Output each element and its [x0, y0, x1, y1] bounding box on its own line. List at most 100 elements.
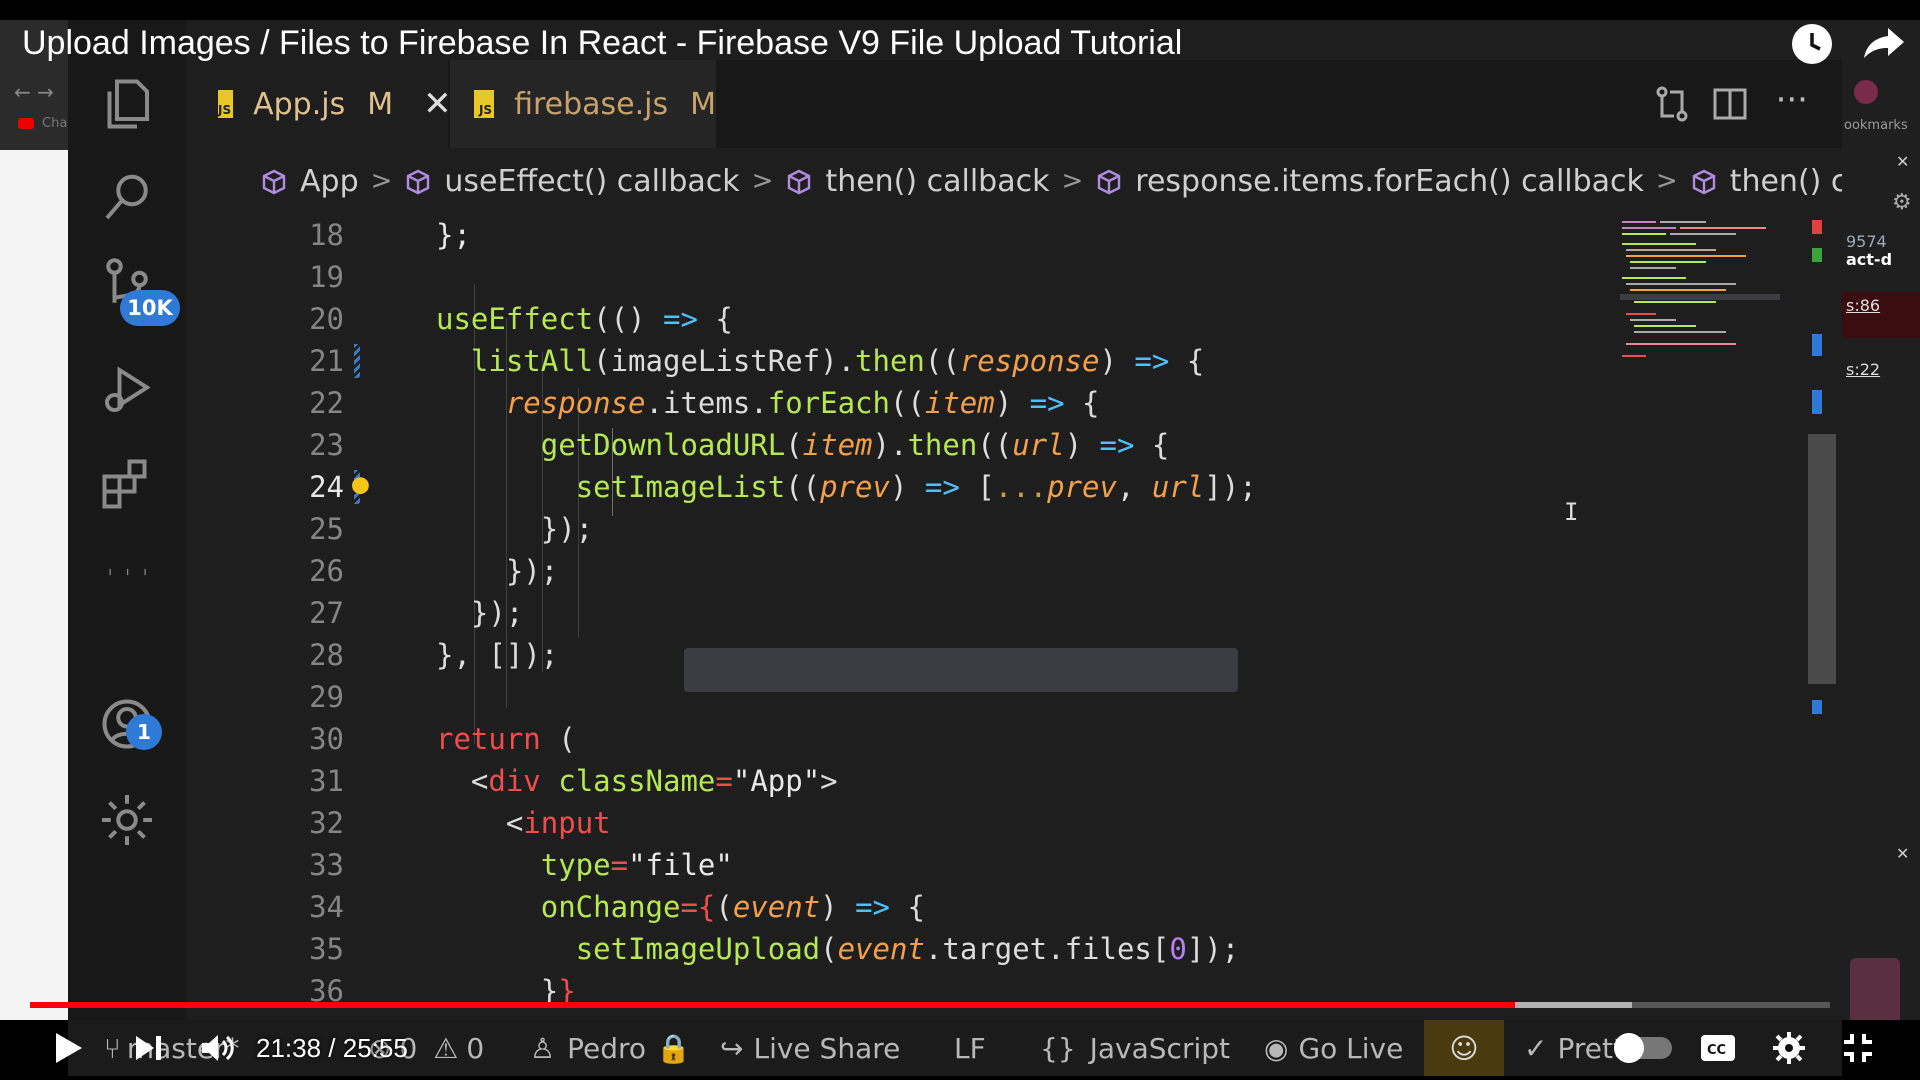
player-controls: 21:38 / 25:55 CC — [0, 1016, 1920, 1080]
split-editor-icon[interactable] — [1710, 84, 1750, 124]
video-progress-bar[interactable] — [30, 1002, 1830, 1008]
video-top-actions — [1792, 22, 1906, 66]
video-title[interactable]: Upload Images / Files to Firebase In Rea… — [22, 24, 1182, 63]
top-strip — [0, 0, 1920, 20]
captions-icon[interactable]: CC — [1700, 1016, 1736, 1080]
close-icon[interactable]: ✕ — [1896, 844, 1909, 863]
code-line: 20 useEffect(() => { — [186, 298, 1616, 340]
run-debug-icon[interactable] — [95, 358, 159, 422]
tab-app-js[interactable]: JS App.js M ✕ — [186, 60, 452, 148]
code-line: 28 }, []); — [186, 634, 1616, 676]
browser-nav-arrows[interactable]: ← → — [14, 80, 54, 104]
explorer-icon[interactable] — [95, 72, 159, 136]
line-number: 34 — [309, 890, 344, 924]
breadcrumb-item[interactable]: then() callback — [785, 164, 1049, 199]
chevron-right-icon: > — [751, 166, 774, 196]
text-cursor-icon: I — [1564, 498, 1579, 526]
more-icon[interactable] — [95, 540, 159, 604]
tab-firebase-js[interactable]: JS firebase.js M — [450, 60, 716, 148]
code-line: 32 <input — [186, 802, 1616, 844]
gear-icon[interactable]: ⚙ — [1892, 190, 1912, 215]
breadcrumb-item[interactable]: useEffect() callback — [404, 164, 740, 199]
code-line: 34 onChange={(event) => { — [186, 886, 1616, 928]
breadcrumb-item[interactable]: then() callback — [1690, 164, 1842, 199]
code-line: 31 <div className="App"> — [186, 760, 1616, 802]
exit-fullscreen-icon[interactable] — [1842, 1016, 1874, 1080]
tab-modified-status: M — [690, 86, 716, 122]
chevron-right-icon: > — [1655, 166, 1678, 196]
browser-left-edge: ← → Cha — [0, 20, 68, 1020]
git-modified-marker[interactable] — [354, 344, 360, 378]
tab-label: firebase.js — [514, 86, 669, 122]
scrollbar-change-marker — [1812, 334, 1822, 356]
more-actions-icon[interactable]: ··· — [1776, 80, 1808, 120]
close-icon[interactable]: ✕ — [423, 84, 452, 124]
js-file-icon: JS — [218, 90, 234, 118]
tab-label: App.js — [253, 86, 346, 122]
close-icon[interactable]: ✕ — [1896, 152, 1909, 171]
line-number: 22 — [309, 386, 344, 420]
line-number: 29 — [309, 680, 344, 714]
share-icon[interactable] — [1862, 22, 1906, 66]
search-icon[interactable] — [95, 166, 159, 230]
line-number: 20 — [309, 302, 344, 336]
watch-later-icon[interactable] — [1792, 24, 1832, 64]
webcam-thumbnail — [1850, 958, 1900, 1020]
line-number: 18 — [309, 218, 344, 252]
volume-icon[interactable] — [200, 1016, 236, 1080]
settings-gear-icon[interactable] — [95, 788, 159, 852]
compare-changes-icon[interactable] — [1652, 84, 1692, 124]
devtools-text: act-d — [1846, 250, 1893, 269]
editor-tab-bar: JS App.js M ✕ JS firebase.js M ··· — [186, 60, 1842, 148]
line-number: 33 — [309, 848, 344, 882]
breadcrumb: App > useEffect() callback > then() call… — [186, 148, 1842, 214]
activity-bar: 10K 1 — [68, 20, 186, 1020]
svg-text:CC: CC — [1707, 1043, 1726, 1058]
browser-page-edge — [0, 150, 68, 1020]
scrollbar-change-marker — [1812, 700, 1822, 714]
breadcrumb-item[interactable]: App — [260, 164, 359, 199]
chevron-right-icon: > — [1061, 166, 1084, 196]
line-number: 35 — [309, 932, 344, 966]
scrollbar-add-marker — [1812, 248, 1822, 262]
time-display: 21:38 / 25:55 — [256, 1032, 408, 1063]
devtools-link[interactable]: s:22 — [1846, 360, 1880, 379]
line-number: 32 — [309, 806, 344, 840]
js-file-icon: JS — [474, 90, 495, 118]
source-control-badge: 10K — [120, 290, 180, 326]
tab-modified-status: M — [367, 86, 394, 122]
code-line: 21 listAll(imageListRef).then((response)… — [186, 340, 1616, 382]
line-number: 24 — [309, 470, 344, 504]
code-line: 23 getDownloadURL(item).then((url) => { — [186, 424, 1616, 466]
chevron-right-icon: > — [370, 166, 393, 196]
next-icon[interactable] — [134, 1016, 164, 1080]
play-icon[interactable] — [54, 1016, 84, 1080]
scrollbar-change-marker — [1812, 390, 1822, 414]
breadcrumb-item[interactable]: response.items.forEach() callback — [1095, 164, 1644, 199]
browser-tab-label[interactable]: Cha — [42, 116, 67, 131]
code-line: 25 }); — [186, 508, 1616, 550]
devtools-link[interactable]: s:86 — [1846, 296, 1880, 315]
line-number: 25 — [309, 512, 344, 546]
code-line: 29 — [186, 676, 1616, 718]
line-number: 30 — [309, 722, 344, 756]
bookmarks-label: ookmarks — [1844, 118, 1908, 133]
autoplay-toggle[interactable] — [1614, 1016, 1672, 1080]
line-number: 23 — [309, 428, 344, 462]
code-editor[interactable]: 18 }; 19 20 useEffect(() => { 21 listAll… — [186, 214, 1616, 1020]
settings-gear-icon[interactable] — [1772, 1016, 1806, 1080]
code-line-active: 24 ● setImageList((prev) => [...prev, ur… — [186, 466, 1616, 508]
extensions-icon[interactable] — [95, 452, 159, 516]
code-line: 18 }; — [186, 214, 1616, 256]
line-number: 21 — [309, 344, 344, 378]
scrollbar-thumb[interactable] — [1808, 434, 1836, 684]
code-line: 33 type="file" — [186, 844, 1616, 886]
lightbulb-icon[interactable]: ● — [352, 467, 369, 500]
code-line: 26 }); — [186, 550, 1616, 592]
line-number: 26 — [309, 554, 344, 588]
profile-avatar[interactable] — [1854, 80, 1878, 104]
minimap[interactable] — [1616, 214, 1786, 1020]
devtools-text: 9574 — [1846, 232, 1887, 251]
code-line: 27 }); — [186, 592, 1616, 634]
editor-scrollbar[interactable] — [1802, 214, 1842, 1020]
